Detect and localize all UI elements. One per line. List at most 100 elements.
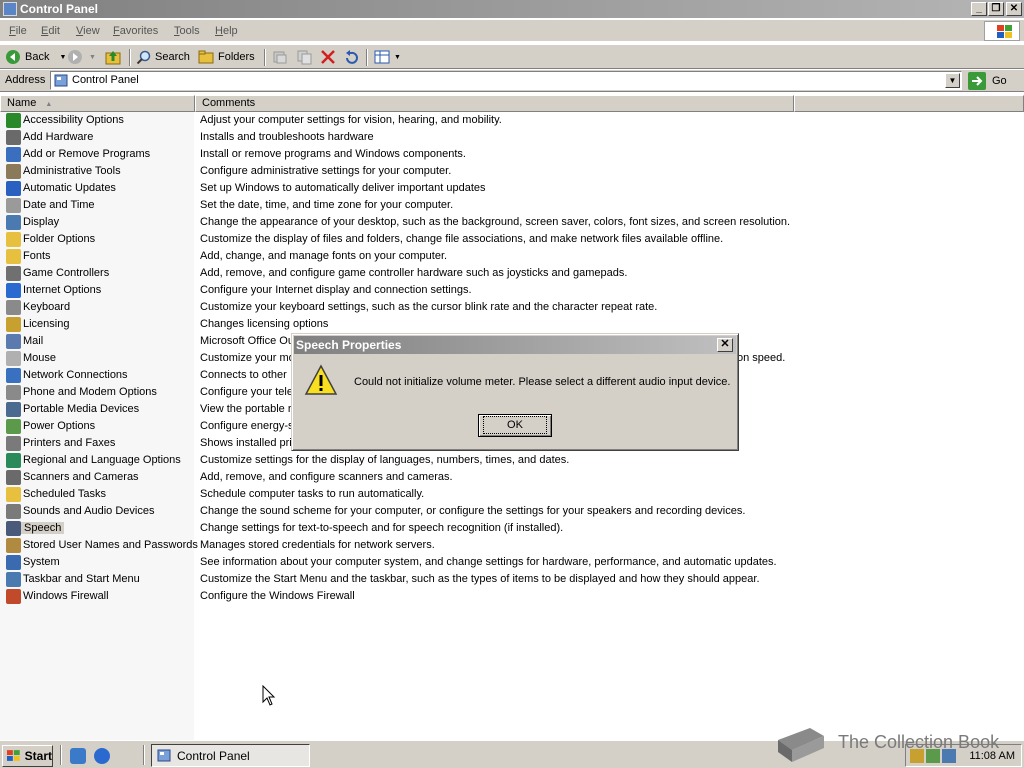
list-item[interactable]: System See information about your compute… — [0, 554, 1024, 571]
move-to-button[interactable] — [272, 48, 288, 66]
folders-icon — [198, 50, 214, 63]
internet-options-icon — [6, 283, 21, 298]
list-item[interactable]: Stored User Names and Passwords Manages s… — [0, 537, 1024, 554]
back-dropdown-icon[interactable]: ▼ — [59, 54, 66, 61]
list-item[interactable]: Sounds and Audio Devices Change the sound… — [0, 503, 1024, 520]
item-comment: Installs and troubleshoots hardware — [200, 131, 374, 143]
forward-dropdown-icon[interactable]: ▼ — [89, 54, 96, 61]
list-item[interactable]: Internet Options Configure your Internet … — [0, 282, 1024, 299]
close-button[interactable]: ✕ — [1006, 2, 1022, 16]
address-dropdown-icon[interactable]: ▼ — [945, 73, 960, 88]
toolbar-separator — [366, 49, 368, 66]
list-item[interactable]: Windows Firewall Configure the Windows Fi… — [0, 588, 1024, 605]
move-to-icon — [273, 51, 287, 64]
list-item[interactable]: Game Controllers Add, remove, and configu… — [0, 265, 1024, 282]
up-folder-button[interactable] — [105, 48, 123, 66]
item-name: Folder Options — [23, 233, 96, 245]
undo-button[interactable] — [343, 48, 359, 66]
item-name: System — [23, 556, 60, 568]
list-item[interactable]: Add or Remove Programs Install or remove … — [0, 146, 1024, 163]
list-item[interactable]: Scanners and Cameras Add, remove, and con… — [0, 469, 1024, 486]
menu-bar: File Edit View Favorites Tools Help — [0, 20, 1024, 42]
stored-user-names-and-passwords-icon — [6, 538, 21, 553]
column-header-comments[interactable]: Comments — [195, 95, 794, 112]
list-item[interactable]: Add Hardware Installs and troubleshoots h… — [0, 129, 1024, 146]
item-comment: Change settings for text-to-speech and f… — [200, 522, 564, 534]
window-title-bar: Control Panel _ ❐ ✕ — [0, 0, 1024, 18]
forward-button[interactable]: ▼ — [67, 48, 96, 66]
go-arrow-icon — [968, 71, 986, 90]
address-input[interactable]: Control Panel ▼ — [50, 71, 962, 90]
item-comment: Adjust your computer settings for vision… — [200, 114, 502, 126]
list-item[interactable]: Fonts Add, change, and manage fonts on yo… — [0, 248, 1024, 265]
mail-icon — [6, 334, 21, 349]
scanners-and-cameras-icon — [6, 470, 21, 485]
item-name: Accessibility Options — [23, 114, 124, 126]
restore-button[interactable]: ❐ — [988, 2, 1004, 16]
control-panel-icon[interactable] — [3, 2, 17, 16]
delete-icon — [321, 50, 335, 64]
views-icon — [374, 50, 390, 64]
printers-and-faxes-icon — [6, 436, 21, 451]
list-item[interactable]: Regional and Language Options Customize s… — [0, 452, 1024, 469]
item-comment: Add, remove, and configure scanners and … — [200, 471, 453, 483]
dialog-close-button[interactable]: ✕ — [717, 338, 733, 352]
taskbar-control-panel-button[interactable]: Control Panel — [151, 744, 310, 767]
list-item[interactable]: Display Change the appearance of your des… — [0, 214, 1024, 231]
ok-button[interactable]: OK — [478, 414, 552, 437]
menu-view[interactable]: View — [76, 25, 100, 37]
column-comments-label: Comments — [202, 97, 256, 109]
search-button[interactable]: Search — [136, 48, 190, 66]
item-name: Printers and Faxes — [23, 437, 116, 449]
search-label: Search — [155, 51, 190, 63]
menu-help[interactable]: Help — [215, 25, 238, 37]
item-comment: Manages stored credentials for network s… — [200, 539, 435, 551]
keyboard-icon — [6, 300, 21, 315]
list-item[interactable]: Keyboard Customize your keyboard settings… — [0, 299, 1024, 316]
views-button[interactable]: ▼ — [374, 48, 401, 66]
warning-icon — [304, 364, 338, 395]
delete-button[interactable] — [320, 48, 336, 66]
item-name: Speech — [21, 522, 65, 534]
item-name: Game Controllers — [23, 267, 110, 279]
list-item[interactable]: Scheduled Tasks Schedule computer tasks t… — [0, 486, 1024, 503]
list-item[interactable]: Folder Options Customize the display of f… — [0, 231, 1024, 248]
menu-file[interactable]: File — [9, 25, 27, 37]
item-comment: Configure administrative settings for yo… — [200, 165, 452, 177]
back-button[interactable]: Back ▼ — [5, 48, 66, 66]
item-comment: Configure your tele — [200, 386, 293, 398]
item-comment: Connects to other — [200, 369, 287, 381]
folders-button[interactable]: Folders — [198, 48, 255, 66]
menu-favorites[interactable]: Favorites — [113, 25, 158, 37]
list-item[interactable]: Automatic Updates Set up Windows to autom… — [0, 180, 1024, 197]
start-button[interactable]: Start — [2, 745, 53, 767]
column-header-name[interactable]: Name ▲ — [0, 95, 195, 112]
add-or-remove-programs-icon — [6, 147, 21, 162]
item-name: Mouse — [23, 352, 57, 364]
list-item[interactable]: Speech Change settings for text-to-speech… — [0, 520, 1024, 537]
go-button[interactable]: Go — [968, 71, 1007, 90]
list-item[interactable]: Accessibility Options Adjust your compute… — [0, 112, 1024, 129]
item-name: Internet Options — [23, 284, 102, 296]
scheduled-tasks-icon — [6, 487, 21, 502]
power-options-icon — [6, 419, 21, 434]
list-item[interactable]: Taskbar and Start Menu Customize the Star… — [0, 571, 1024, 588]
item-comment: Microsoft Office Ou — [200, 335, 294, 347]
views-dropdown-icon[interactable]: ▼ — [394, 54, 401, 61]
minimize-button[interactable]: _ — [971, 2, 987, 16]
item-name: Date and Time — [23, 199, 95, 211]
menu-edit[interactable]: Edit — [41, 25, 60, 37]
watermark: The Collection Book — [772, 718, 1012, 766]
undo-icon — [346, 50, 358, 64]
list-item[interactable]: Date and Time Set the date, time, and tim… — [0, 197, 1024, 214]
list-item[interactable]: Licensing Changes licensing options — [0, 316, 1024, 333]
show-desktop-icon[interactable] — [70, 748, 86, 764]
copy-to-button[interactable] — [296, 48, 312, 66]
item-comment: Configure your Internet display and conn… — [200, 284, 472, 296]
list-item[interactable]: Administrative Tools Configure administra… — [0, 163, 1024, 180]
item-comment: Shows installed pri — [200, 437, 292, 449]
mouse-cursor-icon — [262, 685, 276, 706]
menu-tools[interactable]: Tools — [174, 25, 200, 37]
internet-explorer-icon[interactable] — [94, 748, 110, 764]
sort-ascending-icon: ▲ — [45, 101, 53, 108]
